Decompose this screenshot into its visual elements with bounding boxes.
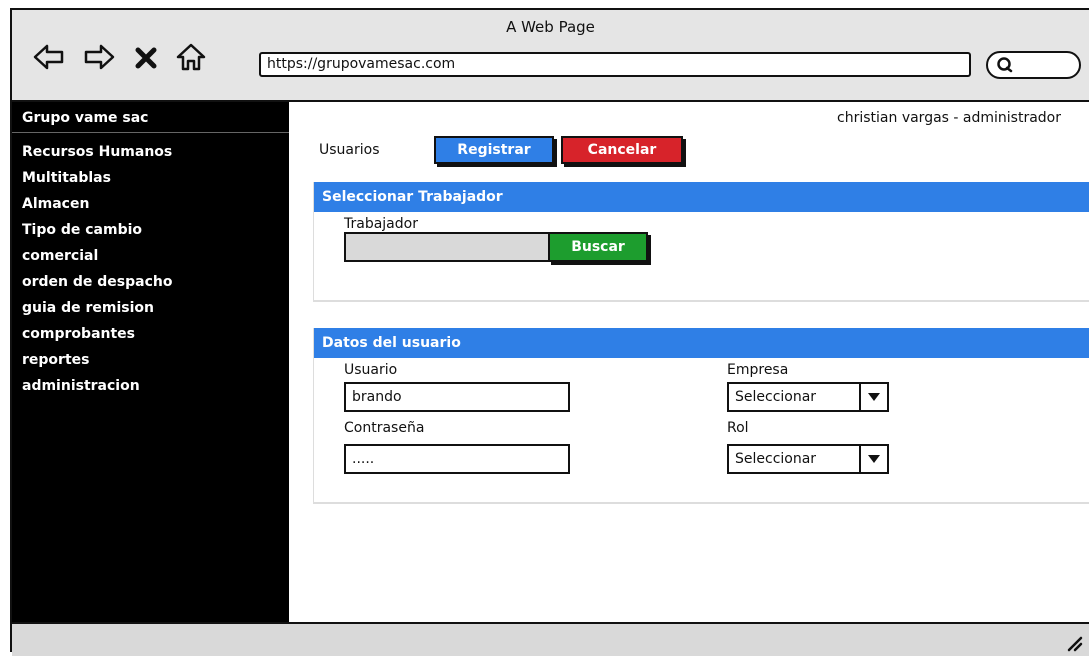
role-label: Rol: [727, 420, 749, 436]
current-user: christian vargas - administrador: [837, 110, 1061, 126]
sidebar-item-tipo-de-cambio[interactable]: Tipo de cambio: [12, 217, 289, 243]
sidebar-item-comercial[interactable]: comercial: [12, 243, 289, 269]
search-icon: [997, 57, 1013, 73]
back-arrow-icon[interactable]: [32, 40, 66, 74]
sidebar: Grupo vame sac Recursos Humanos Multitab…: [12, 102, 289, 622]
worker-panel: Seleccionar Trabajador Trabajador Buscar: [313, 182, 1089, 302]
page-title: Usuarios: [319, 142, 380, 158]
username-label: Usuario: [344, 362, 398, 378]
company-select-value: Seleccionar: [735, 389, 817, 405]
resize-grip-icon[interactable]: [1067, 636, 1083, 652]
search-worker-button[interactable]: Buscar: [548, 232, 648, 262]
sidebar-item-administracion[interactable]: administracion: [12, 373, 289, 399]
sidebar-menu: Recursos Humanos Multitablas Almacen Tip…: [12, 133, 289, 399]
sidebar-item-guia-de-remision[interactable]: guia de remision: [12, 295, 289, 321]
password-label: Contraseña: [344, 420, 425, 436]
url-input[interactable]: https://grupovamesac.com: [259, 52, 971, 77]
search-button[interactable]: [986, 51, 1081, 79]
sidebar-item-recursos-humanos[interactable]: Recursos Humanos: [12, 139, 289, 165]
password-field[interactable]: .....: [344, 444, 570, 474]
company-label: Empresa: [727, 362, 789, 378]
username-field[interactable]: brando: [344, 382, 570, 412]
home-icon[interactable]: [174, 40, 208, 74]
worker-label: Trabajador: [344, 216, 418, 232]
role-select[interactable]: Seleccionar: [727, 444, 889, 474]
role-select-value: Seleccionar: [735, 451, 817, 467]
cancel-button[interactable]: Cancelar: [561, 136, 683, 164]
worker-input[interactable]: [344, 232, 550, 262]
user-panel-title: Datos del usuario: [314, 328, 1089, 358]
sidebar-item-orden-de-despacho[interactable]: orden de despacho: [12, 269, 289, 295]
window-title: A Web Page: [506, 18, 595, 36]
status-bar: [12, 622, 1089, 656]
company-select[interactable]: Seleccionar: [727, 382, 889, 412]
chevron-down-icon: [859, 384, 887, 410]
user-data-panel: Datos del usuario Usuario brando Contras…: [313, 328, 1089, 504]
sidebar-item-reportes[interactable]: reportes: [12, 347, 289, 373]
sidebar-item-comprobantes[interactable]: comprobantes: [12, 321, 289, 347]
chevron-down-icon: [859, 446, 887, 472]
main-content: christian vargas - administrador Usuario…: [289, 102, 1089, 622]
register-button[interactable]: Registrar: [434, 136, 554, 164]
close-icon[interactable]: [132, 40, 160, 74]
forward-arrow-icon[interactable]: [82, 40, 116, 74]
sidebar-item-almacen[interactable]: Almacen: [12, 191, 289, 217]
brand-name: Grupo vame sac: [12, 102, 289, 133]
browser-window: A Web Page https://grupovamesac.com Grup…: [10, 8, 1089, 656]
sidebar-item-multitablas[interactable]: Multitablas: [12, 165, 289, 191]
worker-panel-title: Seleccionar Trabajador: [314, 182, 1089, 212]
browser-toolbar: A Web Page https://grupovamesac.com: [12, 10, 1089, 102]
